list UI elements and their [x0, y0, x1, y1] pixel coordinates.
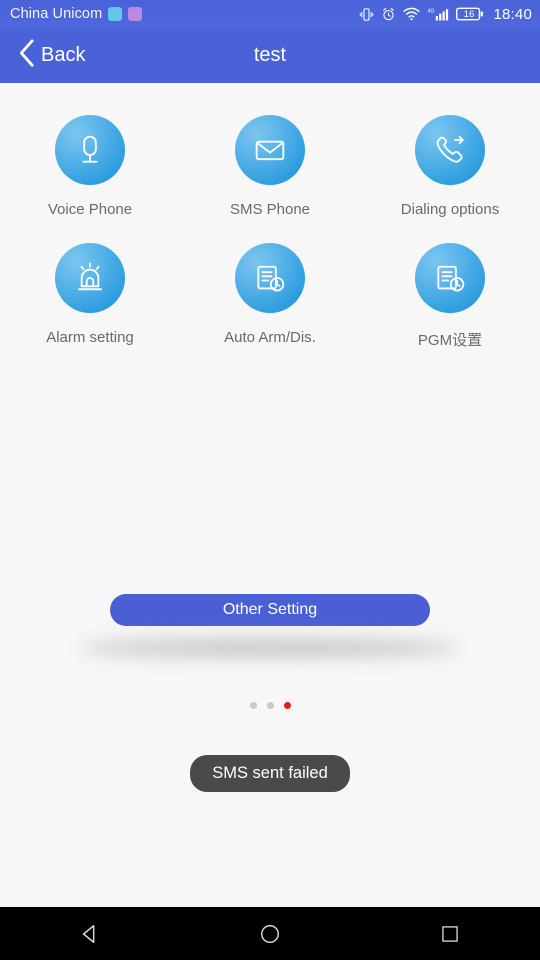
page-dot-3-active[interactable]: [283, 702, 291, 709]
chevron-left-icon: [18, 38, 35, 73]
microphone-icon: [55, 115, 125, 185]
siren-icon: [55, 243, 125, 313]
status-bar-left: China Unicom: [10, 6, 143, 22]
nav-back-button[interactable]: [45, 907, 135, 960]
tile-sms-phone[interactable]: SMS Phone: [180, 111, 360, 224]
other-setting-button[interactable]: Other Setting: [110, 594, 430, 626]
tile-voice-phone[interactable]: Voice Phone: [0, 111, 180, 224]
phone-forward-icon: [415, 115, 485, 185]
tile-label: Alarm setting: [46, 329, 134, 346]
envelope-icon: [235, 115, 305, 185]
tile-label: Dialing options: [400, 201, 500, 218]
tile-label: SMS Phone: [229, 201, 311, 218]
footer-area: Other Setting SMS sent failed: [0, 594, 540, 792]
button-shadow: [80, 640, 460, 656]
feature-grid: Voice Phone SMS Phone Dialing options Al…: [0, 83, 540, 356]
alarm-clock-icon: [381, 7, 396, 22]
document-clock-icon: [235, 243, 305, 313]
back-triangle-icon: [79, 923, 101, 945]
back-button[interactable]: Back: [0, 34, 97, 77]
carrier-label: China Unicom: [10, 6, 103, 22]
tile-pgm-setting[interactable]: PGM设置: [360, 239, 540, 356]
back-button-label: Back: [41, 44, 86, 66]
main-content: Voice Phone SMS Phone Dialing options Al…: [0, 83, 540, 907]
vibrate-icon: [359, 7, 374, 22]
page-dot-2[interactable]: [266, 702, 274, 709]
wifi-icon: [403, 7, 421, 21]
tile-alarm-setting[interactable]: Alarm setting: [0, 239, 180, 356]
status-bar-right: 4G 16 18:40: [359, 6, 532, 23]
page-dot-1[interactable]: [249, 702, 257, 709]
toast-message: SMS sent failed: [190, 755, 350, 792]
tile-label: PGM设置: [417, 332, 483, 349]
battery-level-label: 16: [463, 8, 475, 20]
android-nav-bar: [0, 907, 540, 960]
app-badge-cyan-icon: [108, 7, 123, 21]
tile-auto-arm-dis[interactable]: Auto Arm/Dis.: [180, 239, 360, 356]
nav-home-button[interactable]: [225, 907, 315, 960]
status-clock: 18:40: [493, 5, 532, 23]
tile-label: Auto Arm/Dis.: [224, 329, 316, 346]
document-clock-icon: [415, 243, 485, 313]
tile-label: Voice Phone: [47, 201, 133, 218]
status-bar: China Unicom 4G 16 18:40: [0, 0, 540, 28]
app-badge-violet-icon: [128, 7, 143, 21]
tile-dialing-options[interactable]: Dialing options: [360, 111, 540, 224]
svg-text:4G: 4G: [428, 8, 435, 14]
page-indicator: [0, 702, 540, 709]
recents-square-icon: [440, 924, 460, 944]
signal-4g-icon: 4G: [427, 7, 449, 22]
phone-screen: China Unicom 4G 16 18:40 Back test Voice…: [0, 0, 540, 960]
battery-icon: 16: [456, 7, 484, 21]
title-bar: Back test: [0, 28, 540, 83]
home-circle-icon: [259, 923, 281, 945]
nav-recents-button[interactable]: [405, 907, 495, 960]
